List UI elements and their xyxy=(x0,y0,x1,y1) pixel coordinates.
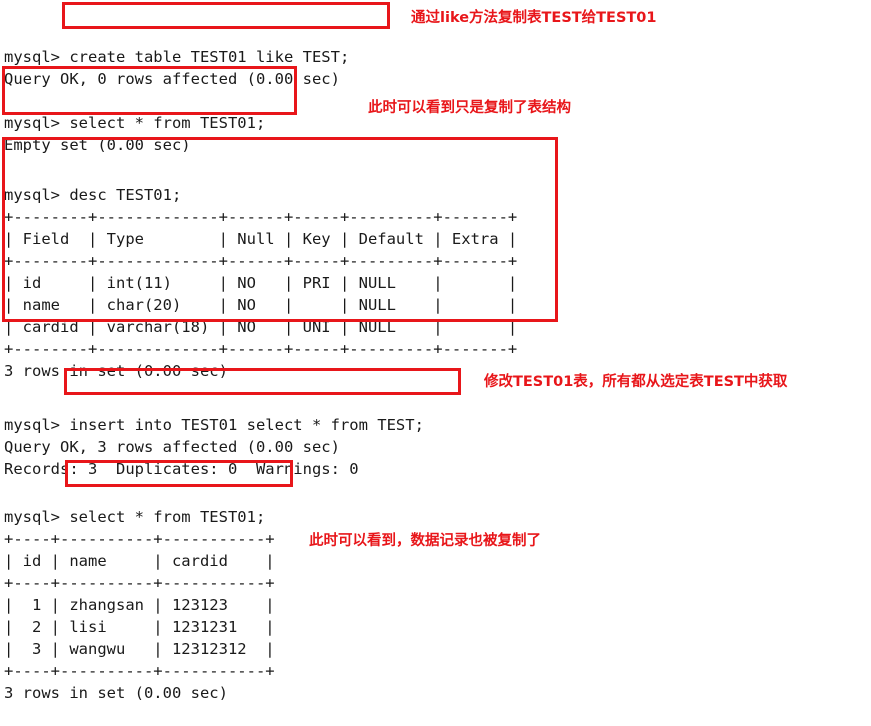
terminal-block-desc: mysql> desc TEST01; +--------+----------… xyxy=(4,140,517,404)
annotation-records-copied: 此时可以看到，数据记录也被复制了 xyxy=(309,533,541,549)
annotation-insert-from-test: 修改TEST01表，所有都从选定表TEST中获取 xyxy=(484,374,788,390)
annotation-copy-table-like: 通过like方法复制表TEST给TEST01 xyxy=(411,10,657,26)
terminal-block-select-rows: mysql> select * from TEST01; +----+-----… xyxy=(4,462,275,726)
terminal-text-select-rows: mysql> select * from TEST01; +----+-----… xyxy=(4,508,275,702)
annotation-structure-only: 此时可以看到只是复制了表结构 xyxy=(368,100,571,116)
terminal-text-desc: mysql> desc TEST01; +--------+----------… xyxy=(4,186,518,380)
